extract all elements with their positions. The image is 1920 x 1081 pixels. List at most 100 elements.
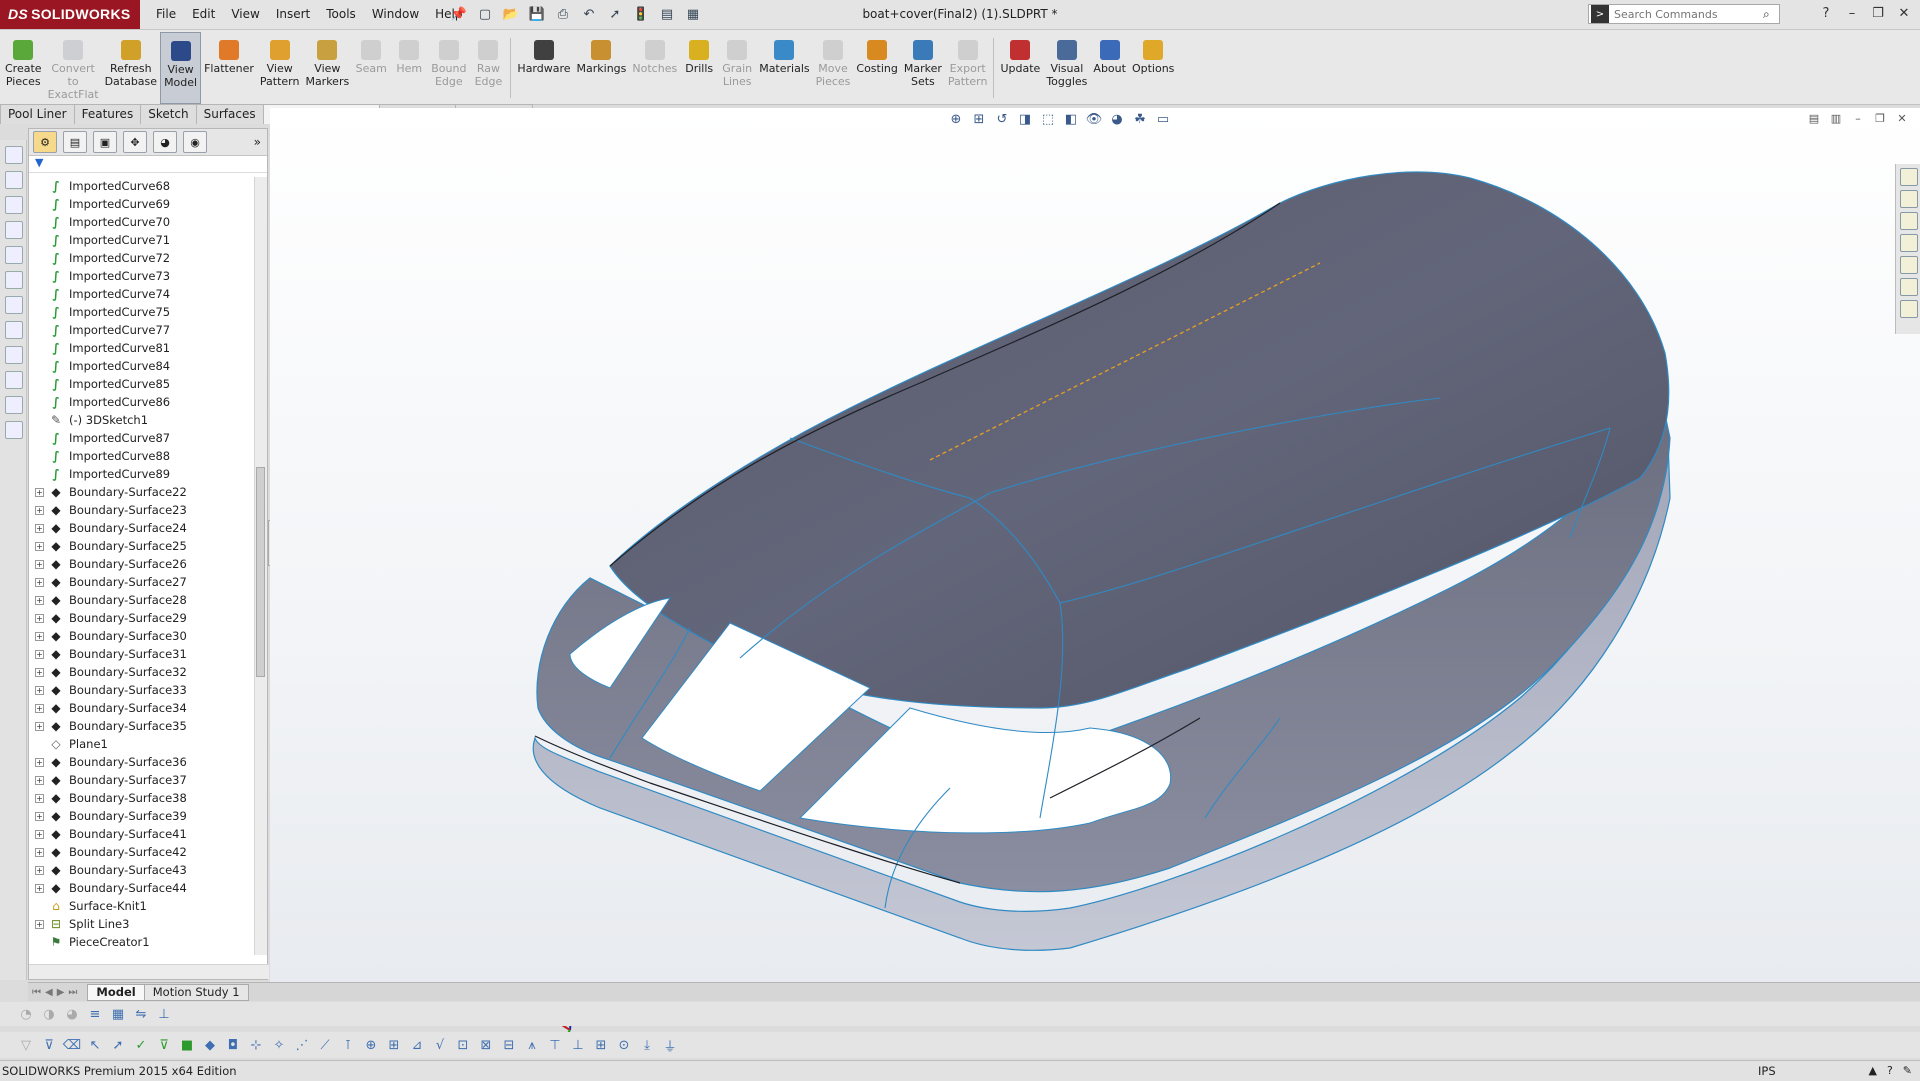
- filter-connection-icon[interactable]: ⤓: [637, 1036, 657, 1054]
- status-rebuild-icon[interactable]: ✎: [1903, 1061, 1912, 1081]
- expand-icon[interactable]: +: [35, 686, 44, 695]
- edit-appearance-icon[interactable]: ◕: [1107, 110, 1127, 128]
- tree-item[interactable]: ∫ ImportedCurve87: [29, 429, 255, 447]
- tree-item[interactable]: + ◆ Boundary-Surface28: [29, 591, 255, 609]
- filter-ground-icon[interactable]: ⏚: [660, 1036, 680, 1055]
- tree-item[interactable]: ⌂ Surface-Knit1: [29, 897, 255, 915]
- options-button[interactable]: Options: [1129, 32, 1177, 104]
- appearances-icon[interactable]: [1900, 256, 1918, 274]
- hide-show-items-icon[interactable]: 👁: [1084, 110, 1104, 128]
- expand-icon[interactable]: +: [35, 560, 44, 569]
- view-settings-icon[interactable]: ▭: [1153, 110, 1173, 128]
- expand-icon[interactable]: +: [35, 668, 44, 677]
- search-icon[interactable]: ⌕: [1763, 7, 1779, 22]
- move-pieces-button[interactable]: Move Pieces: [813, 32, 854, 104]
- filter-toggle-icon[interactable]: ▽: [16, 1036, 36, 1054]
- custom-properties-icon[interactable]: [1900, 278, 1918, 296]
- design-library-icon[interactable]: [1900, 190, 1918, 208]
- tree-item[interactable]: + ◆ Boundary-Surface25: [29, 537, 255, 555]
- tree-item[interactable]: + ◆ Boundary-Surface41: [29, 825, 255, 843]
- filter-blocks-icon[interactable]: ⊞: [591, 1036, 611, 1054]
- tree-item[interactable]: ∫ ImportedCurve72: [29, 249, 255, 267]
- configuration-manager-icon[interactable]: ▣: [93, 131, 117, 153]
- pin-icon[interactable]: 📌: [448, 4, 470, 24]
- raw-edge-button[interactable]: Raw Edge: [469, 32, 507, 104]
- tree-item[interactable]: ∫ ImportedCurve75: [29, 303, 255, 321]
- tree-item[interactable]: + ◆ Boundary-Surface43: [29, 861, 255, 879]
- expand-icon[interactable]: +: [35, 884, 44, 893]
- expand-icon[interactable]: +: [35, 830, 44, 839]
- exactflat-pane-icon[interactable]: [1900, 300, 1918, 318]
- menu-view[interactable]: View: [223, 0, 267, 29]
- tool-icon[interactable]: ◔: [16, 1005, 36, 1023]
- units-selector[interactable]: IPS: [1758, 1061, 1776, 1081]
- tab-features[interactable]: Features: [73, 104, 142, 124]
- first-tab-icon[interactable]: ⏮: [32, 987, 41, 998]
- expand-icon[interactable]: +: [35, 578, 44, 587]
- expand-icon[interactable]: +: [35, 794, 44, 803]
- filter-icon[interactable]: ▼: [29, 156, 267, 173]
- menu-window[interactable]: Window: [364, 0, 427, 29]
- tree-item[interactable]: + ◆ Boundary-Surface26: [29, 555, 255, 573]
- expand-icon[interactable]: +: [35, 758, 44, 767]
- tree-item[interactable]: + ◆ Boundary-Surface34: [29, 699, 255, 717]
- exactflat-icon[interactable]: ◉: [183, 131, 207, 153]
- strip-button-icon[interactable]: [5, 421, 23, 439]
- strip-button-icon[interactable]: [5, 296, 23, 314]
- apply-scene-icon[interactable]: ☘: [1130, 110, 1150, 128]
- viewport-restore-icon[interactable]: ❐: [1872, 110, 1888, 126]
- previous-view-icon[interactable]: ↺: [992, 110, 1012, 128]
- property-manager-icon[interactable]: ▤: [63, 131, 87, 153]
- view-orientation-icon[interactable]: ⬚: [1038, 110, 1058, 128]
- tab-pool-liner[interactable]: Pool Liner: [0, 104, 75, 124]
- view-palette-icon[interactable]: [1900, 234, 1918, 252]
- markings-button[interactable]: Markings: [574, 32, 630, 104]
- export-pattern-button[interactable]: Export Pattern: [945, 32, 991, 104]
- strip-button-icon[interactable]: [5, 371, 23, 389]
- align-icon[interactable]: ⇋: [131, 1005, 151, 1023]
- expand-icon[interactable]: +: [35, 614, 44, 623]
- select-cursor-icon[interactable]: ➚: [108, 1036, 128, 1054]
- last-tab-icon[interactable]: ⏭: [68, 987, 77, 998]
- tree-item[interactable]: + ◆ Boundary-Surface35: [29, 717, 255, 735]
- select-arrow-icon[interactable]: ➚: [604, 4, 626, 24]
- filter-surface-finish-icon[interactable]: √: [430, 1036, 450, 1054]
- tree-item[interactable]: + ◆ Boundary-Surface39: [29, 807, 255, 825]
- tree-item[interactable]: ∫ ImportedCurve69: [29, 195, 255, 213]
- zoom-to-area-icon[interactable]: ⊞: [969, 110, 989, 128]
- filter-geometric-tolerance-icon[interactable]: ⊡: [453, 1036, 473, 1054]
- tile-vertical-icon[interactable]: ▥: [1828, 110, 1844, 126]
- expand-icon[interactable]: +: [35, 542, 44, 551]
- tree-item[interactable]: ∫ ImportedCurve77: [29, 321, 255, 339]
- create-pieces-button[interactable]: Create Pieces: [2, 32, 45, 104]
- grid-icon[interactable]: ▦: [108, 1005, 128, 1023]
- flattener-button[interactable]: Flattener: [201, 32, 257, 104]
- solidworks-resources-icon[interactable]: [1900, 168, 1918, 186]
- filter-center-marks-icon[interactable]: ⊕: [361, 1036, 381, 1054]
- tree-item[interactable]: + ◆ Boundary-Surface27: [29, 573, 255, 591]
- visual-toggles-button[interactable]: Visual Toggles: [1043, 32, 1090, 104]
- tree-item[interactable]: ∫ ImportedCurve88: [29, 447, 255, 465]
- tool-icon[interactable]: ◑: [39, 1005, 59, 1023]
- filter-notes-icon[interactable]: ⊠: [476, 1036, 496, 1054]
- filter-vertices-icon[interactable]: ✓: [131, 1036, 151, 1054]
- hardware-button[interactable]: Hardware: [514, 32, 573, 104]
- expand-icon[interactable]: +: [35, 704, 44, 713]
- scroll-thumb[interactable]: [256, 467, 265, 677]
- tree-item[interactable]: + ◆ Boundary-Surface42: [29, 843, 255, 861]
- graphics-area[interactable]: Z X Y: [270, 108, 1920, 1057]
- minimize-icon[interactable]: –: [1842, 3, 1862, 23]
- strip-button-icon[interactable]: [5, 321, 23, 339]
- filter-sketch-segments-icon[interactable]: ⟋: [315, 1036, 335, 1054]
- file-explorer-icon[interactable]: [1900, 212, 1918, 230]
- feature-tree-icon[interactable]: ⚙: [33, 131, 57, 153]
- tree-item[interactable]: ∫ ImportedCurve70: [29, 213, 255, 231]
- axis-icon[interactable]: ⊥: [154, 1005, 174, 1023]
- filter-planes-icon[interactable]: ✧: [269, 1036, 289, 1054]
- file-properties-icon[interactable]: ▤: [656, 4, 678, 24]
- expand-icon[interactable]: +: [35, 596, 44, 605]
- tree-item[interactable]: ∫ ImportedCurve84: [29, 357, 255, 375]
- display-manager-icon[interactable]: ◕: [153, 131, 177, 153]
- tree-item[interactable]: ∫ ImportedCurve86: [29, 393, 255, 411]
- tree-item[interactable]: + ◆ Boundary-Surface32: [29, 663, 255, 681]
